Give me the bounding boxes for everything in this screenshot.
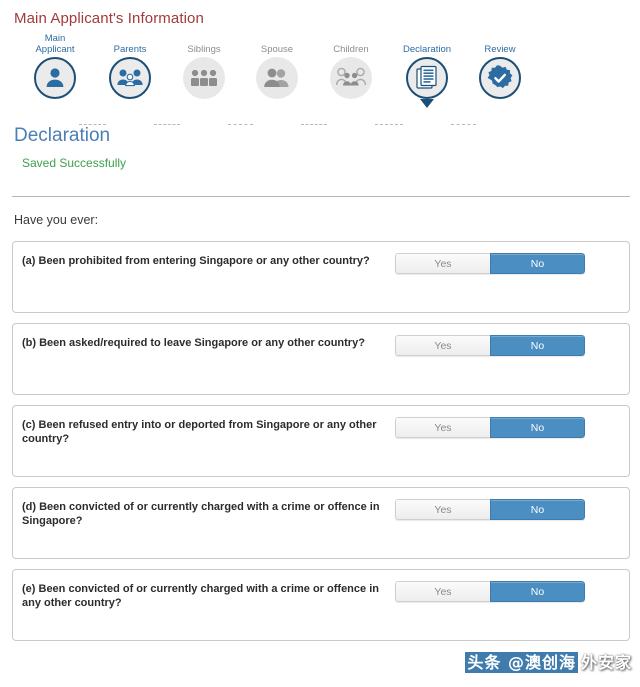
declaration-questions-list: (a) Been prohibited from entering Singap… (0, 227, 640, 641)
watermark-plain-text: 外安家 (580, 653, 632, 672)
stepper-connector (228, 124, 253, 125)
questions-prompt: Have you ever: (14, 213, 99, 227)
yes-option-button[interactable]: Yes (395, 253, 490, 274)
stepper-step-main[interactable]: Main Applicant (12, 33, 98, 99)
yes-no-toggle[interactable]: Yes No (395, 335, 585, 356)
question-text: (b) Been asked/required to leave Singapo… (22, 337, 365, 349)
question-text: (e) Been convicted of or currently charg… (22, 583, 379, 609)
page-title: Main Applicant's Information (14, 10, 204, 27)
stepper-connector (375, 124, 403, 125)
stepper-connector (301, 124, 327, 125)
stepper-step-label: Children (333, 44, 369, 55)
stepper-connector (451, 124, 476, 125)
stepper-step-label: Main Applicant (35, 33, 75, 55)
question-text: (c) Been refused entry into or deported … (22, 419, 377, 445)
current-step-caret-icon (420, 99, 434, 108)
saved-status-message: Saved Successfully (22, 156, 127, 170)
yes-option-button[interactable]: Yes (395, 581, 490, 602)
parents-group-icon (109, 57, 151, 99)
children-group-icon (330, 57, 372, 99)
no-option-button[interactable]: No (490, 253, 585, 274)
couple-icon (256, 57, 298, 99)
stepper-connector (79, 124, 106, 125)
question-card: (a) Been prohibited from entering Singap… (12, 241, 630, 313)
yes-no-toggle[interactable]: Yes No (395, 417, 585, 438)
section-heading: Declaration (14, 125, 111, 146)
no-option-button[interactable]: No (490, 499, 585, 520)
stepper-step-label: Review (484, 44, 516, 55)
question-card: (b) Been asked/required to leave Singapo… (12, 323, 630, 395)
siblings-group-icon (183, 57, 225, 99)
no-option-button[interactable]: No (490, 335, 585, 356)
question-text: (d) Been convicted of or currently charg… (22, 501, 380, 527)
stepper-step-children[interactable]: Children (308, 33, 394, 99)
question-card: (d) Been convicted of or currently charg… (12, 487, 630, 559)
yes-option-button[interactable]: Yes (395, 335, 490, 356)
single-person-icon (34, 57, 76, 99)
no-option-button[interactable]: No (490, 417, 585, 438)
progress-stepper: Main Applicant Parents Siblings Spouse Childr… (0, 33, 640, 125)
stepper-step-review[interactable]: Review (457, 33, 543, 99)
stepper-connector (154, 124, 180, 125)
yes-no-toggle[interactable]: Yes No (395, 499, 585, 520)
question-text: (a) Been prohibited from entering Singap… (22, 255, 370, 267)
yes-no-toggle[interactable]: Yes No (395, 581, 585, 602)
question-card: (e) Been convicted of or currently charg… (12, 569, 630, 641)
watermark: 头条 @澳创海 外安家 (465, 649, 632, 673)
document-icon (406, 57, 448, 99)
yes-option-button[interactable]: Yes (395, 499, 490, 520)
no-option-button[interactable]: No (490, 581, 585, 602)
check-badge-icon (479, 57, 521, 99)
watermark-highlighted-text: 头条 @澳创海 (465, 652, 578, 673)
yes-no-toggle[interactable]: Yes No (395, 253, 585, 274)
question-card: (c) Been refused entry into or deported … (12, 405, 630, 477)
yes-option-button[interactable]: Yes (395, 417, 490, 438)
